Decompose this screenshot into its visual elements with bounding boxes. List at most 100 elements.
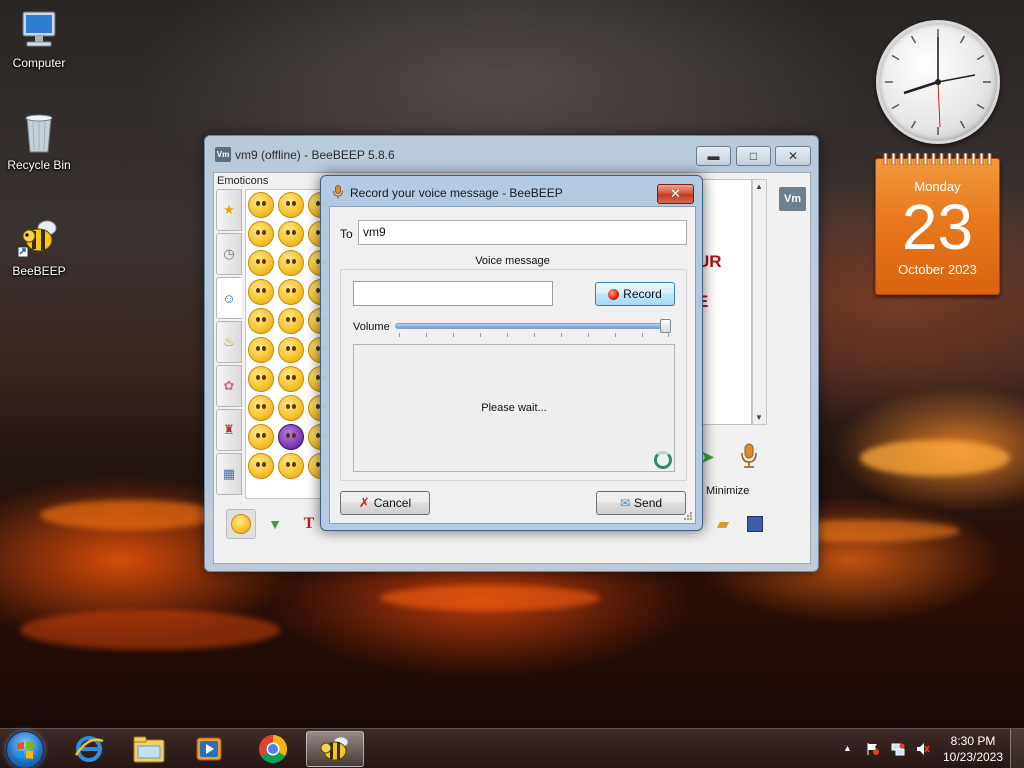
emoticon[interactable] — [248, 395, 274, 421]
main-window-titlebar[interactable]: Vm vm9 (offline) - BeeBEEP 5.8.6 ▬ □ ✕ — [205, 136, 818, 174]
microphone-icon[interactable] — [738, 443, 760, 469]
volume-slider-ticks — [399, 333, 669, 337]
send-button[interactable]: ✉ Send — [596, 491, 686, 515]
taskbar-media-player[interactable] — [180, 731, 238, 767]
minimize-label[interactable]: Minimize — [706, 485, 749, 497]
to-label: To — [340, 227, 353, 241]
dialog-client: To vm9 Voice message Record Volume Pleas… — [329, 206, 696, 524]
voice-message-group-title: Voice message — [475, 255, 550, 267]
emoticon[interactable] — [278, 308, 304, 334]
emoticon[interactable] — [278, 192, 304, 218]
clock-gadget[interactable] — [876, 20, 1000, 144]
record-button-label: Record — [623, 287, 662, 301]
user-avatar-badge[interactable]: Vm — [779, 187, 806, 211]
tab-favorites[interactable]: ★ — [216, 189, 242, 231]
clock-face-icon — [885, 29, 991, 135]
format-button[interactable]: ▼ — [260, 509, 290, 539]
symbols-icon: ▦ — [222, 466, 236, 481]
calendar-day-number: 23 — [901, 191, 974, 263]
send-icon: ✉ — [619, 496, 631, 510]
tab-people[interactable]: ☺ — [216, 277, 242, 319]
volume-slider-track[interactable] — [395, 323, 671, 329]
emoticon[interactable] — [248, 221, 274, 247]
emoticon[interactable] — [278, 279, 304, 305]
emoticon[interactable] — [248, 192, 274, 218]
tab-nature[interactable]: ✿ — [216, 365, 242, 407]
calendar-gadget[interactable]: Monday 23 October 2023 — [875, 153, 1000, 295]
emoticon[interactable] — [248, 250, 274, 276]
recording-status-field[interactable] — [353, 281, 553, 306]
network-icon[interactable] — [891, 742, 905, 756]
desktop-icon-label: BeeBEEP — [12, 264, 66, 278]
record-button[interactable]: Record — [595, 282, 675, 306]
tab-symbols[interactable]: ▦ — [216, 453, 242, 495]
microphone-icon — [333, 185, 343, 199]
resize-grip-icon[interactable] — [683, 511, 693, 521]
desktop-icon-beebeep[interactable]: BeeBEEP — [1, 216, 77, 278]
emoticon[interactable] — [278, 366, 304, 392]
calendar-rings-icon — [883, 153, 992, 165]
action-center-flag-icon[interactable] — [866, 742, 880, 756]
file-explorer-icon — [133, 736, 165, 763]
cancel-button-label: Cancel — [373, 496, 412, 510]
save-chat-button[interactable] — [740, 509, 770, 539]
taskbar-file-explorer[interactable] — [120, 731, 178, 767]
chat-scrollbar[interactable]: ▲ ▼ — [752, 179, 767, 425]
cancel-x-icon: ✗ — [358, 495, 370, 510]
volume-slider-thumb[interactable] — [660, 319, 671, 333]
close-button[interactable]: ✕ — [775, 146, 811, 166]
emoticon[interactable] — [248, 453, 274, 479]
record-voice-dialog[interactable]: Record your voice message - BeeBEEP ✕ To… — [320, 175, 703, 531]
recipient-field[interactable]: vm9 — [358, 220, 687, 245]
text-font-icon: T — [303, 515, 315, 532]
taskbar-beebeep[interactable] — [306, 731, 364, 767]
next-arrow-icon[interactable]: ➤ — [700, 447, 720, 467]
clock-time: 8:30 PM — [950, 734, 996, 748]
emoticon[interactable] — [278, 453, 304, 479]
emoticon[interactable] — [248, 308, 274, 334]
system-clock[interactable]: 8:30 PM 10/23/2023 — [942, 733, 1004, 765]
minimize-button[interactable]: ▬ — [696, 146, 731, 166]
emoticon[interactable] — [248, 424, 274, 450]
send-button-label: Send — [634, 496, 663, 510]
emoticon-heart-eyes[interactable] — [278, 250, 304, 276]
tab-objects[interactable]: ♨ — [216, 321, 242, 363]
media-player-icon — [196, 737, 222, 761]
emoticon[interactable] — [278, 337, 304, 363]
emoticon-devil[interactable] — [278, 424, 304, 450]
voice-message-group: Record Volume Please wait... — [340, 269, 687, 481]
start-button[interactable] — [6, 731, 44, 768]
flower-icon: ✿ — [223, 378, 235, 393]
dialog-titlebar[interactable]: Record your voice message - BeeBEEP ✕ — [321, 176, 702, 206]
show-hidden-icons-arrow-icon[interactable]: ▲ — [843, 743, 857, 757]
tab-activities[interactable]: ♜ — [216, 409, 242, 451]
toy-icon: ♜ — [223, 422, 235, 437]
clock-date: 10/23/2023 — [942, 750, 1004, 764]
taskbar-internet-explorer[interactable] — [60, 731, 118, 767]
taskbar-chrome[interactable] — [244, 731, 302, 767]
folder-icon: ▰ — [716, 516, 730, 533]
desktop-icon-computer[interactable]: Computer — [1, 8, 77, 70]
windows-logo-icon — [17, 741, 33, 759]
emoticons-button[interactable] — [226, 509, 256, 539]
maximize-button[interactable]: □ — [736, 146, 771, 166]
maximize-icon: □ — [749, 149, 758, 163]
dialog-close-button[interactable]: ✕ — [657, 184, 694, 204]
desktop-icon-recycle-bin[interactable]: Recycle Bin — [1, 110, 77, 172]
emoticon[interactable] — [278, 221, 304, 247]
waveform-area: Please wait... — [353, 344, 675, 472]
show-desktop-button[interactable] — [1010, 729, 1024, 768]
internet-explorer-icon — [74, 736, 104, 762]
record-dot-icon — [608, 288, 620, 300]
volume-muted-icon[interactable] — [916, 742, 930, 756]
emoticon[interactable] — [248, 366, 274, 392]
tab-recent[interactable]: ◷ — [216, 233, 242, 275]
close-icon: ✕ — [670, 186, 681, 201]
send-file-button[interactable]: ▰ — [708, 509, 738, 539]
emoticon[interactable] — [248, 279, 274, 305]
cancel-button[interactable]: ✗ Cancel — [340, 491, 430, 515]
emoticon[interactable] — [278, 395, 304, 421]
beebeep-window-icon: Vm — [215, 147, 231, 162]
emoticon[interactable] — [248, 337, 274, 363]
main-window-title: vm9 (offline) - BeeBEEP 5.8.6 — [235, 148, 395, 162]
